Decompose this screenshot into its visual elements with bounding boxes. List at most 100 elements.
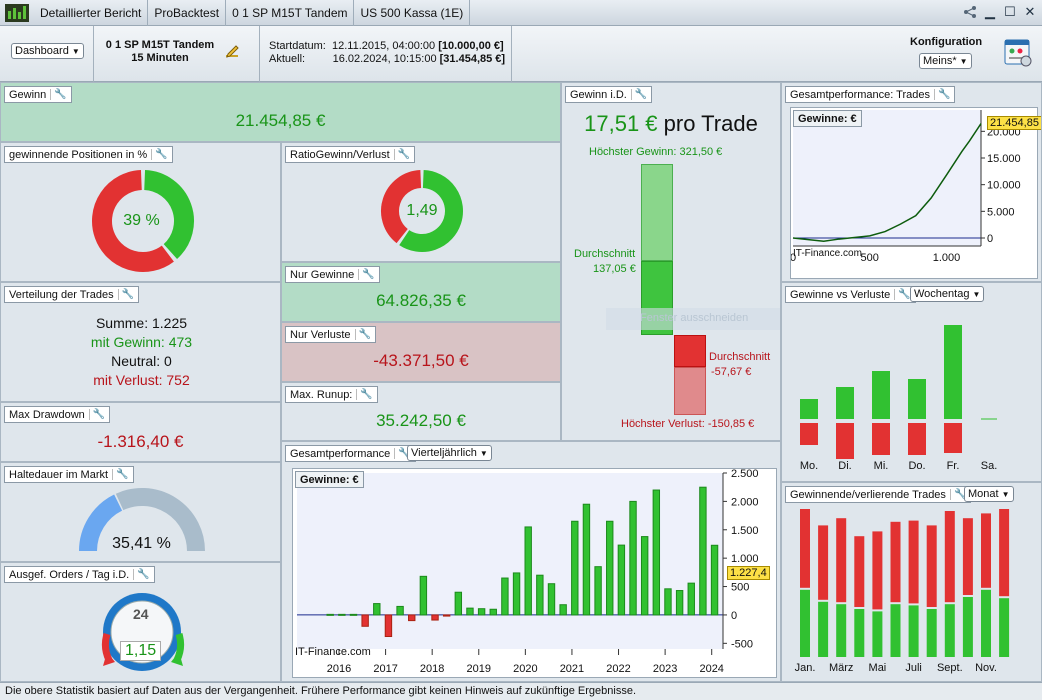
trades-verlust: mit Verlust: 752 [93, 372, 190, 388]
loss-bar [872, 531, 883, 610]
wrench-icon[interactable]: 🔧 [354, 329, 371, 340]
tab-strategy[interactable]: 0 1 SP M15T Tandem [226, 0, 355, 26]
gesamt-period-select[interactable]: Vierteljährlich ▼ [407, 445, 492, 461]
dashboard-select-value: Dashboard [15, 45, 69, 57]
gain-bar [890, 604, 901, 657]
configuration-icon[interactable] [1003, 38, 1033, 68]
edit-icon[interactable] [224, 42, 242, 60]
panel-title: Haltedauer im Markt 🔧 [4, 466, 134, 483]
quarterly-chart: 2.500 2.000 1.500 1.000 500 0 -500 2016 2017 2018… [292, 468, 777, 678]
panel-title: Nur Verluste 🔧 [285, 326, 376, 343]
y-tick-label: 0 [731, 610, 737, 622]
panel-gewinn: Gewinn 🔧 21.454,85 € [0, 82, 561, 142]
wrench-icon[interactable]: 🔧 [894, 289, 911, 300]
chevron-down-icon: ▼ [972, 289, 981, 299]
panel-title-text: RatioGewinn/Verlust [290, 148, 390, 161]
trades-chart-source: IT-Finance.com [793, 248, 862, 259]
x-tick-label: Fr. [947, 460, 960, 472]
x-tick-label: 2020 [513, 663, 537, 675]
tab-detailed-report[interactable]: Detaillierter Bericht [34, 0, 149, 26]
hoechster-gewinn-label: Höchster Gewinn: 321,50 € [589, 146, 723, 158]
wrench-icon[interactable]: 🔧 [356, 389, 373, 400]
loss-bar [836, 423, 854, 459]
x-tick-label: März [829, 662, 853, 674]
wrench-icon[interactable]: 🔧 [630, 89, 647, 100]
config-select[interactable]: Meins* ▼ [919, 53, 972, 69]
gain-bar [944, 604, 955, 657]
loss-bar [836, 518, 847, 603]
y-tick-label: 1.000 [731, 553, 759, 565]
wrench-icon[interactable]: 🔧 [393, 149, 410, 160]
gain-bar [872, 371, 890, 419]
durchschnitt-gewinn-label: Durchschnitt [574, 248, 636, 260]
current-date: 16.02.2024, 10:15:00 [332, 53, 437, 65]
panel-title-text: Ausgef. Orders / Tag i.D. [9, 568, 130, 581]
panel-title: Gewinn 🔧 [4, 86, 72, 103]
y-tick-label: 10.000 [987, 180, 1021, 192]
x-tick-label: Di. [838, 460, 851, 472]
panel-title-text: Nur Gewinne [290, 268, 355, 281]
panel-title-text: Gewinnende/verlierende Trades [790, 488, 946, 501]
strategy-timeframe: 15 Minuten [131, 52, 189, 64]
start-capital: [10.000,00 €] [438, 40, 504, 52]
bar [524, 526, 532, 616]
loss-bar [890, 521, 901, 603]
panel-title-text: Gewinne vs Verluste [790, 288, 891, 301]
wrench-icon[interactable]: 🔧 [151, 149, 168, 160]
wrench-icon[interactable]: 🔧 [50, 89, 67, 100]
panel-title: RatioGewinn/Verlust 🔧 [285, 146, 416, 163]
wrench-icon[interactable]: 🔧 [358, 269, 375, 280]
panel-win-percentage: gewinnende Positionen in % 🔧 39 % [0, 142, 281, 282]
bar [361, 614, 369, 627]
chevron-down-icon: ▼ [479, 448, 488, 458]
wrench-icon[interactable]: 🔧 [133, 569, 150, 580]
panel-haltedauer: Haltedauer im Markt 🔧 35,41 % [0, 462, 281, 562]
wrench-icon[interactable]: 🔧 [112, 469, 129, 480]
x-tick-label: 1.000 [933, 252, 961, 264]
bar [419, 575, 428, 616]
wochentag-period-select[interactable]: Wochentag ▼ [910, 286, 985, 302]
clock-label: 24 [133, 606, 149, 622]
app-window: Detaillierter Bericht ProBacktest 0 1 SP… [0, 0, 1042, 700]
wrench-icon[interactable]: 🔧 [88, 409, 105, 420]
durchschnitt-verlust-label: Durchschnitt [709, 351, 771, 363]
panel-title: Gewinn i.D. 🔧 [565, 86, 653, 103]
panel-title-text: Gewinn [9, 88, 47, 101]
x-tick-label: 2021 [560, 663, 584, 675]
bar [675, 590, 684, 616]
x-tick-label: Nov. [975, 662, 997, 674]
bar [477, 608, 486, 616]
maximize-icon[interactable]: ☐ [1002, 3, 1018, 21]
quarterly-last-value: 1.227,4 [727, 566, 770, 580]
wrench-icon[interactable]: 🔧 [117, 289, 134, 300]
trades-neutral: Neutral: 0 [111, 353, 172, 369]
ratio-value: 1,49 [406, 202, 438, 219]
tab-instrument[interactable]: US 500 Kassa (1E) [354, 0, 471, 26]
tab-probacktest[interactable]: ProBacktest [148, 0, 227, 26]
gain-bar [836, 387, 854, 419]
share-icon[interactable] [962, 3, 978, 21]
bar [582, 503, 591, 616]
bar [431, 614, 439, 621]
close-icon[interactable]: ✕ [1022, 3, 1038, 21]
x-tick-label: Juli [905, 662, 922, 674]
max-loss-bar [674, 367, 706, 415]
panel-title-text: Gewinn i.D. [570, 88, 627, 101]
monat-period-select[interactable]: Monat ▼ [964, 486, 1014, 502]
bar [594, 566, 602, 616]
gain-bar [981, 589, 991, 657]
y-tick-label: 5.000 [987, 206, 1015, 218]
minimize-icon[interactable]: ▁ [982, 3, 998, 21]
loss-bar [981, 513, 991, 588]
panel-gesamtperformance: Gesamtperformance 🔧 Vierteljährlich ▼ 2.50… [281, 441, 781, 682]
gewinn-per-trade-value: 17,51 € [584, 111, 658, 136]
dashboard-select[interactable]: Dashboard ▼ [11, 43, 84, 59]
wrench-icon[interactable]: 🔧 [934, 89, 950, 100]
bar [384, 614, 393, 638]
panel-gesamtperformance-trades: Gesamtperformance: Trades 🔧 20.000 15.000 1… [781, 82, 1042, 282]
bar [373, 603, 381, 616]
durchschnitt-verlust-value: -57,67 € [711, 366, 752, 378]
chevron-down-icon: ▼ [71, 46, 80, 56]
x-tick-label: Jan. [795, 662, 816, 674]
max-gain-bar [641, 164, 673, 261]
